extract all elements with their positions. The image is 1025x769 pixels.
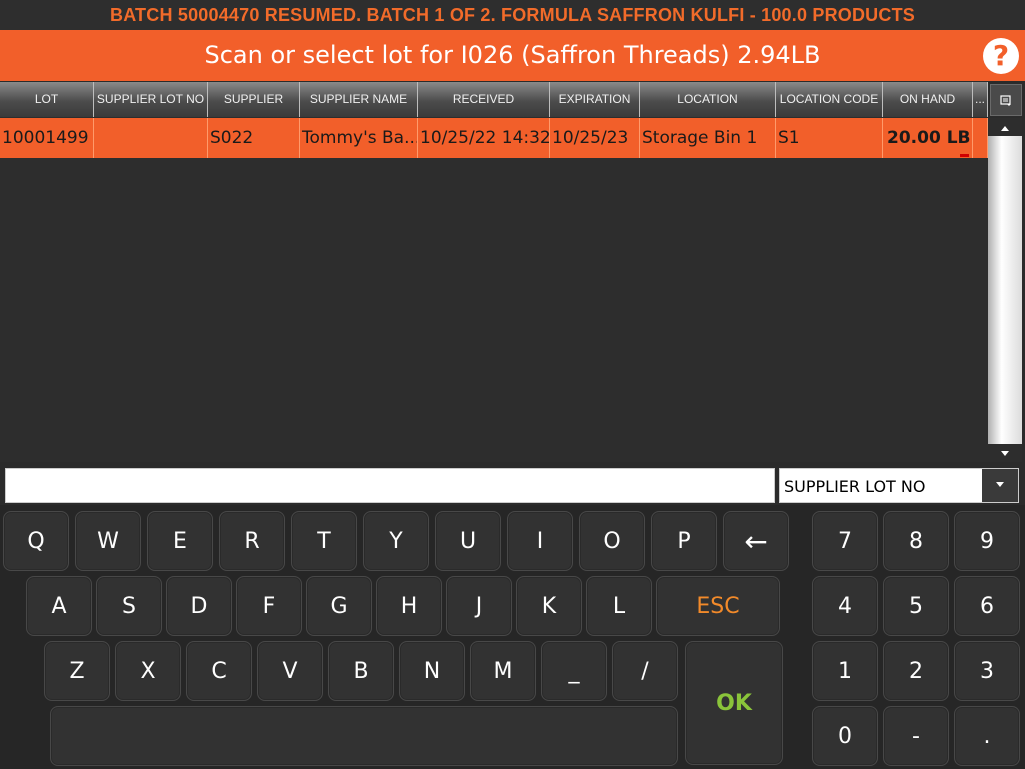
column-header-location[interactable]: LOCATION bbox=[640, 82, 776, 117]
backspace-key[interactable]: ← bbox=[723, 511, 789, 571]
key-r[interactable]: R bbox=[219, 511, 285, 571]
column-chooser-button[interactable] bbox=[990, 84, 1022, 116]
key-5[interactable]: 5 bbox=[883, 576, 949, 636]
key-minus[interactable]: - bbox=[883, 706, 949, 766]
key-v[interactable]: V bbox=[257, 641, 323, 701]
grid-header: LOT SUPPLIER LOT NO SUPPLIER SUPPLIER NA… bbox=[0, 82, 988, 117]
cell-supplier: S022 bbox=[208, 118, 300, 158]
key-7[interactable]: 7 bbox=[812, 511, 878, 571]
column-header-expiration[interactable]: EXPIRATION bbox=[550, 82, 640, 117]
key-i[interactable]: I bbox=[507, 511, 573, 571]
key-m[interactable]: M bbox=[470, 641, 536, 701]
key-y[interactable]: Y bbox=[363, 511, 429, 571]
cell-more bbox=[973, 118, 988, 158]
chevron-down-icon bbox=[996, 482, 1004, 488]
key-slash[interactable]: / bbox=[612, 641, 678, 701]
column-header-lot[interactable]: LOT bbox=[0, 82, 94, 117]
key-2[interactable]: 2 bbox=[883, 641, 949, 701]
key-k[interactable]: K bbox=[516, 576, 582, 636]
key-l[interactable]: L bbox=[586, 576, 652, 636]
lot-grid: LOT SUPPLIER LOT NO SUPPLIER SUPPLIER NA… bbox=[0, 82, 988, 462]
column-header-supplier[interactable]: SUPPLIER bbox=[208, 82, 300, 117]
cell-on-hand: 20.00 LB bbox=[883, 118, 973, 158]
key-w[interactable]: W bbox=[75, 511, 141, 571]
key-c[interactable]: C bbox=[186, 641, 252, 701]
key-1[interactable]: 1 bbox=[812, 641, 878, 701]
column-header-on-hand[interactable]: ON HAND bbox=[883, 82, 973, 117]
lot-prompt: Scan or select lot for I026 (Saffron Thr… bbox=[0, 30, 1025, 81]
column-header-supplier-name[interactable]: SUPPLIER NAME bbox=[300, 82, 418, 117]
triangle-down-icon bbox=[1001, 450, 1009, 456]
key-underscore[interactable]: _ bbox=[541, 641, 607, 701]
space-key[interactable] bbox=[50, 706, 678, 766]
scroll-down-button[interactable] bbox=[988, 444, 1022, 462]
esc-key[interactable]: ESC bbox=[656, 576, 780, 636]
cell-location-code: S1 bbox=[776, 118, 883, 158]
key-3[interactable]: 3 bbox=[954, 641, 1020, 701]
key-8[interactable]: 8 bbox=[883, 511, 949, 571]
key-p[interactable]: P bbox=[651, 511, 717, 571]
key-n[interactable]: N bbox=[399, 641, 465, 701]
key-9[interactable]: 9 bbox=[954, 511, 1020, 571]
key-period[interactable]: . bbox=[954, 706, 1020, 766]
key-x[interactable]: X bbox=[115, 641, 181, 701]
key-a[interactable]: A bbox=[26, 576, 92, 636]
key-b[interactable]: B bbox=[328, 641, 394, 701]
cell-supplier-name: Tommy's Ba... bbox=[300, 118, 418, 158]
key-t[interactable]: T bbox=[291, 511, 357, 571]
ok-key[interactable]: OK bbox=[685, 641, 783, 765]
batch-status-bar: BATCH 50004470 RESUMED. BATCH 1 OF 2. FO… bbox=[0, 0, 1025, 30]
key-z[interactable]: Z bbox=[44, 641, 110, 701]
column-header-received[interactable]: RECEIVED bbox=[418, 82, 550, 117]
key-g[interactable]: G bbox=[306, 576, 372, 636]
help-button[interactable]: ? bbox=[983, 38, 1019, 74]
column-header-location-code[interactable]: LOCATION CODE bbox=[776, 82, 883, 117]
column-header-more[interactable]: ... bbox=[973, 82, 988, 117]
search-field-select[interactable]: SUPPLIER LOT NO bbox=[779, 468, 1019, 503]
key-u[interactable]: U bbox=[435, 511, 501, 571]
grid-scrollbar[interactable] bbox=[988, 118, 1022, 462]
key-f[interactable]: F bbox=[236, 576, 302, 636]
column-chooser-icon bbox=[1000, 95, 1011, 106]
triangle-up-icon bbox=[1001, 125, 1009, 131]
key-q[interactable]: Q bbox=[3, 511, 69, 571]
dropdown-arrow-button[interactable] bbox=[982, 469, 1018, 502]
key-0[interactable]: 0 bbox=[812, 706, 878, 766]
scroll-up-button[interactable] bbox=[988, 118, 1022, 136]
key-e[interactable]: E bbox=[147, 511, 213, 571]
key-6[interactable]: 6 bbox=[954, 576, 1020, 636]
key-j[interactable]: J bbox=[446, 576, 512, 636]
on-screen-keyboard: Q W E R T Y U I O P ← A S D F G H J K L … bbox=[0, 505, 1025, 769]
key-4[interactable]: 4 bbox=[812, 576, 878, 636]
table-row[interactable]: 10001499 S022 Tommy's Ba... 10/25/22 14:… bbox=[0, 118, 988, 158]
cell-location: Storage Bin 1 bbox=[640, 118, 776, 158]
search-field-value: SUPPLIER LOT NO bbox=[784, 477, 926, 496]
key-d[interactable]: D bbox=[166, 576, 232, 636]
column-header-supplier-lot-no[interactable]: SUPPLIER LOT NO bbox=[94, 82, 208, 117]
cell-lot: 10001499 bbox=[0, 118, 94, 158]
cell-received: 10/25/22 14:32 bbox=[418, 118, 550, 158]
cell-supplier-lot-no bbox=[94, 118, 208, 158]
row-indicator-mark bbox=[960, 154, 969, 157]
cell-expiration: 10/25/23 bbox=[550, 118, 640, 158]
key-h[interactable]: H bbox=[376, 576, 442, 636]
key-s[interactable]: S bbox=[96, 576, 162, 636]
key-o[interactable]: O bbox=[579, 511, 645, 571]
search-input[interactable] bbox=[5, 468, 775, 503]
